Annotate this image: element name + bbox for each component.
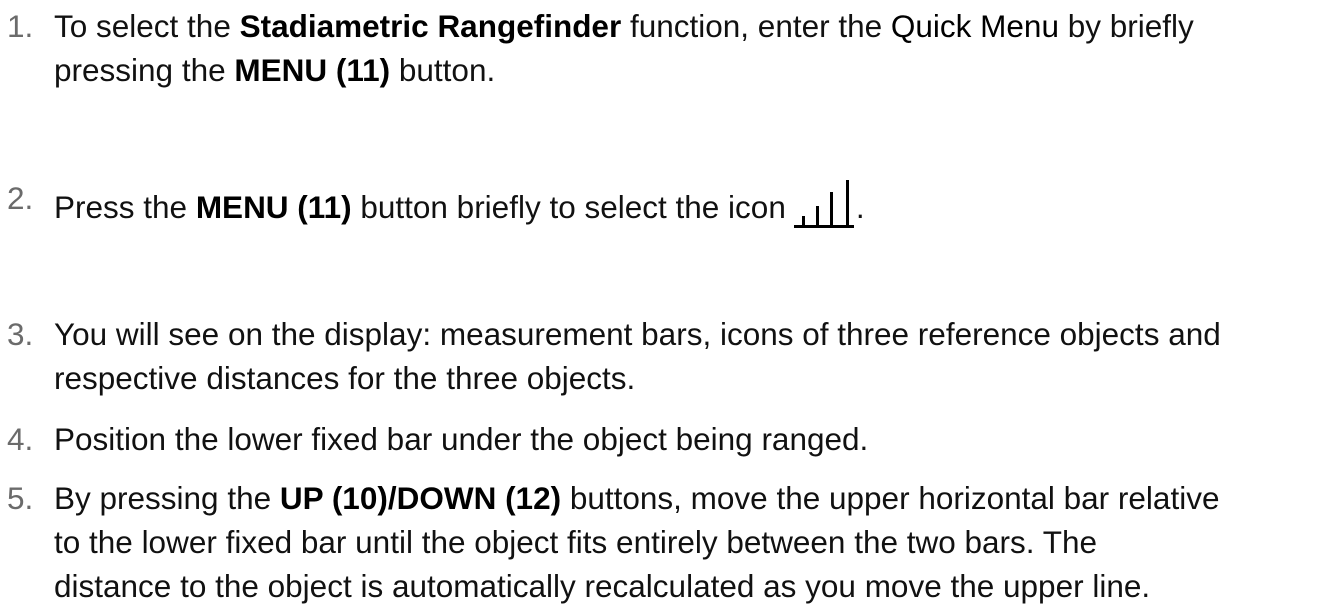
step-text-line: You will see on the display: measurement… (54, 316, 1221, 352)
step-number: 2. (7, 180, 34, 216)
step-text-line: respective distances for the three objec… (54, 360, 636, 396)
step-text-line: to the lower fixed bar until the object … (54, 524, 1097, 560)
step-text-line: Press the MENU (11) button briefly to se… (54, 176, 865, 241)
step-text-line: distance to the object is automatically … (54, 568, 1151, 604)
step-number: 1. (7, 8, 34, 44)
step-text-line: pressing the MENU (11) button. (54, 52, 496, 88)
step-text-line: To select the Stadiametric Rangefinder f… (54, 8, 1194, 44)
step-text-line: By pressing the UP (10)/DOWN (12) button… (54, 480, 1220, 516)
step-number: 3. (7, 316, 34, 352)
step-number: 5. (7, 480, 34, 516)
step-text-line: Position the lower fixed bar under the o… (54, 421, 869, 457)
signal-bars-icon (792, 176, 856, 241)
step-number: 4. (7, 421, 34, 457)
